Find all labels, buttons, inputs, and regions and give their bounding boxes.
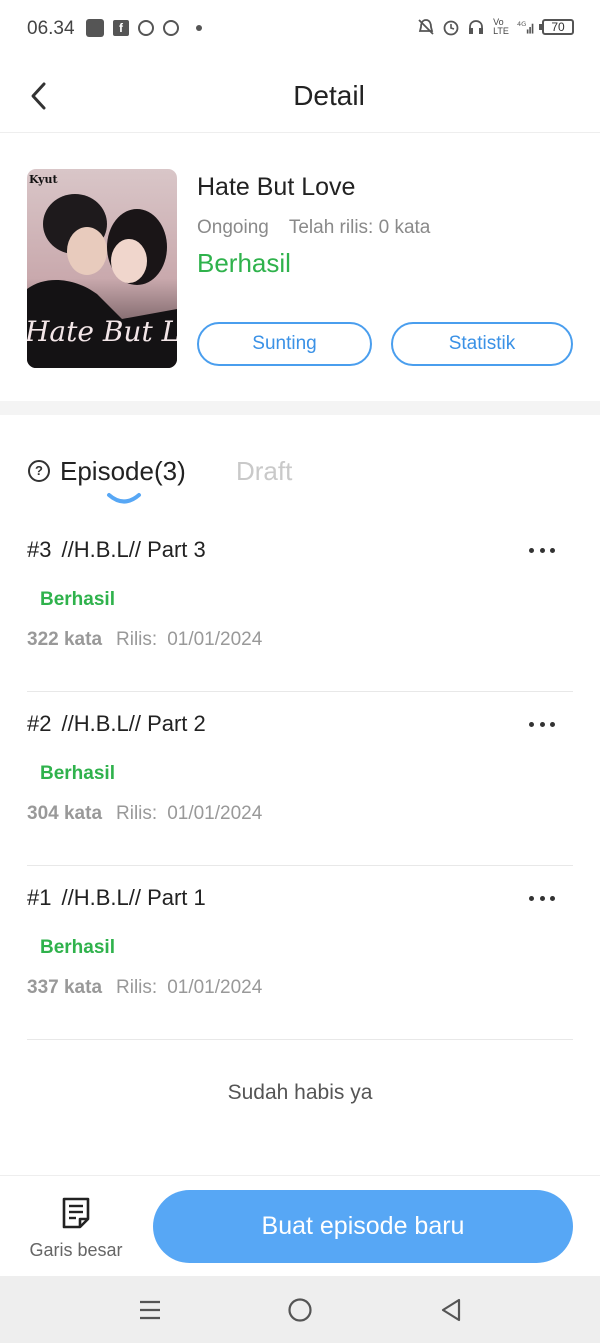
notification-icons: f [86, 19, 202, 37]
cover-script: Hate But Love [27, 315, 177, 348]
release-label: Rilis: [116, 977, 158, 998]
episode-name: //H.B.L// Part 1 [61, 885, 206, 910]
statistics-button[interactable]: Statistik [391, 322, 573, 366]
episode-info: 322 kata Rilis: 01/01/2024 [27, 629, 262, 651]
book-released-words: Telah rilis: 0 kata [288, 217, 431, 238]
create-episode-button[interactable]: Buat episode baru [153, 1190, 573, 1263]
home-button[interactable] [286, 1296, 314, 1324]
more-options-icon[interactable] [529, 714, 555, 734]
release-label: Rilis: [116, 629, 158, 650]
alarm-icon [138, 20, 154, 36]
episode-status: Berhasil [40, 937, 115, 958]
question-circle-icon[interactable]: ? [28, 460, 50, 482]
release-date: 01/01/2024 [167, 977, 263, 998]
bottom-bar: Garis besar Buat episode baru [0, 1175, 600, 1277]
headphones-icon [467, 17, 485, 37]
tabs: ? Episode(3) Draft [0, 440, 600, 510]
end-of-list-text: Sudah habis ya [227, 1081, 373, 1104]
more-options-icon[interactable] [529, 888, 555, 908]
book-meta: Ongoing Telah rilis: 0 kata [197, 217, 430, 239]
episode-status: Berhasil [40, 589, 115, 610]
home-circle-icon [288, 1298, 312, 1322]
release-date: 01/01/2024 [167, 629, 263, 650]
episode-list: #3 //H.B.L// Part 3 Berhasil 322 kata Ril… [0, 518, 600, 1040]
book-title: Hate But Love [197, 173, 356, 201]
episode-status: Berhasil [40, 763, 115, 784]
back-triangle-icon [441, 1298, 461, 1322]
menu-lines-icon [140, 1300, 160, 1320]
episode-title: #1 //H.B.L// Part 1 [27, 885, 206, 911]
section-divider [0, 401, 600, 415]
volte-icon: Vo LTE [493, 17, 509, 36]
episode-name: //H.B.L// Part 3 [61, 537, 206, 562]
episode-words: 322 kata [27, 629, 103, 650]
whatsapp-icon [163, 20, 179, 36]
outline-label: Garis besar [29, 1240, 123, 1260]
header: Detail [0, 60, 600, 133]
status-bar: 06.34 f Vo LTE 4G 70 [0, 0, 600, 60]
episode-info: 337 kata Rilis: 01/01/2024 [27, 977, 262, 999]
episode-title: #2 //H.B.L// Part 2 [27, 711, 206, 737]
episode-number: #2 [27, 711, 52, 736]
episode-info: 304 kata Rilis: 01/01/2024 [27, 803, 262, 825]
episode-number: #1 [27, 885, 52, 910]
release-label: Rilis: [116, 803, 158, 824]
episode-name: //H.B.L// Part 2 [61, 711, 206, 736]
cover-image: Kyut Hate But Love [27, 169, 177, 368]
signal-icon: 4G [517, 17, 535, 37]
battery-icon: 70 [539, 19, 574, 35]
episode-words: 337 kata [27, 977, 103, 998]
app-notification-icon [86, 19, 104, 37]
book-card: Kyut Hate But Love Hate But Love Ongoing… [0, 133, 600, 401]
mute-icon [417, 17, 435, 37]
book-cover[interactable]: Kyut Hate But Love [27, 169, 177, 368]
svg-text:4G: 4G [517, 20, 526, 28]
episode-number: #3 [27, 537, 52, 562]
episode-words: 304 kata [27, 803, 103, 824]
recent-apps-button[interactable] [136, 1296, 164, 1324]
status-time: 06.34 [27, 18, 75, 39]
page-title: Detail [293, 80, 365, 111]
navigation-bar [0, 1276, 600, 1343]
list-item[interactable]: #2 //H.B.L// Part 2 Berhasil 304 kata Ril… [27, 692, 573, 866]
more-options-icon[interactable] [529, 540, 555, 560]
active-tab-indicator [107, 493, 141, 504]
more-notifications-icon [196, 25, 202, 31]
alarm-clock-icon [442, 17, 460, 37]
cover-label: Kyut [29, 173, 58, 186]
tab-draft[interactable]: Draft [236, 456, 292, 487]
outline-button[interactable]: Garis besar [20, 1192, 132, 1266]
list-item[interactable]: #3 //H.B.L// Part 3 Berhasil 322 kata Ril… [27, 518, 573, 692]
tab-episode[interactable]: Episode(3) [60, 456, 186, 487]
book-state: Ongoing [197, 217, 269, 238]
list-item[interactable]: #1 //H.B.L// Part 1 Berhasil 337 kata Ril… [27, 866, 573, 1040]
release-date: 01/01/2024 [167, 803, 263, 824]
document-lines-icon [62, 1197, 90, 1229]
system-icons: Vo LTE 4G 70 [417, 17, 574, 37]
episode-title: #3 //H.B.L// Part 3 [27, 537, 206, 563]
facebook-icon: f [113, 20, 129, 36]
back-nav-button[interactable] [437, 1296, 465, 1324]
edit-button[interactable]: Sunting [197, 322, 372, 366]
book-status: Berhasil [197, 248, 291, 278]
